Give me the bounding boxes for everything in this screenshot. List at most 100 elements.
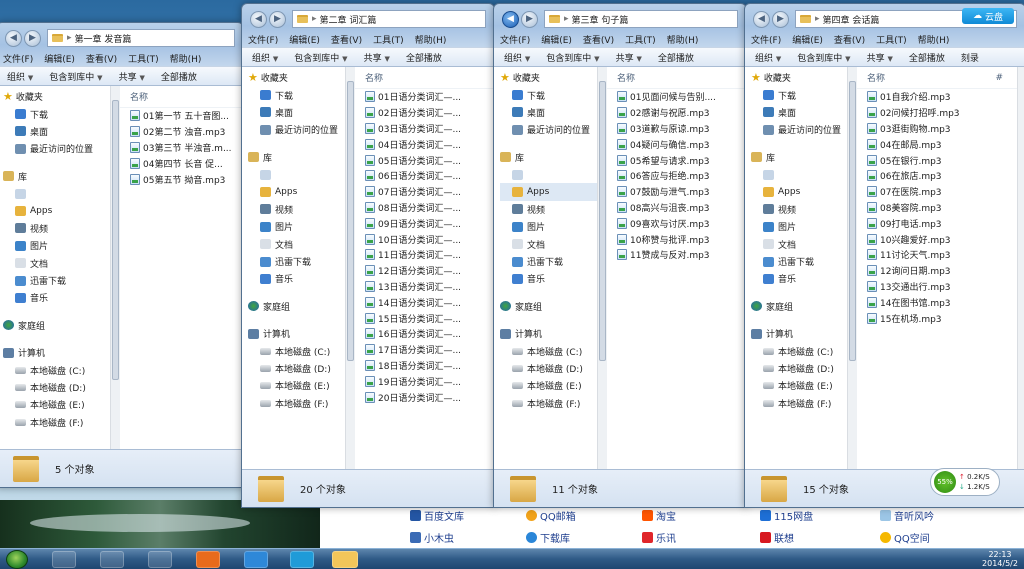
file-item[interactable]: 03第三节 半浊音.m... bbox=[120, 140, 243, 156]
network-speed-widget[interactable]: 55% ↑ 0.2K/S ↓ 1.2K/S bbox=[930, 468, 1000, 496]
nav-library-item[interactable]: 迅雷下载 bbox=[3, 272, 110, 289]
menu-item[interactable]: 编辑(E) bbox=[44, 52, 75, 65]
file-item[interactable]: 08高兴与沮丧.mp3 bbox=[607, 200, 746, 216]
file-item[interactable]: 14日语分类词汇—... bbox=[355, 294, 494, 310]
back-button[interactable]: ◀ bbox=[250, 10, 267, 28]
menu-item[interactable]: 文件(F) bbox=[248, 33, 278, 46]
bookmark-item[interactable]: 下载库 bbox=[526, 530, 570, 545]
file-item[interactable]: 13交通出行.mp3 bbox=[857, 279, 1024, 295]
file-item[interactable]: 12日语分类词汇—... bbox=[355, 263, 494, 279]
toolbar-button[interactable]: 组织 ▼ bbox=[252, 51, 278, 64]
toolbar-button[interactable]: 组织 ▼ bbox=[504, 51, 530, 64]
nav-library-item[interactable]: 视频 bbox=[500, 201, 597, 218]
nav-library-item[interactable]: 图片 bbox=[248, 218, 345, 235]
file-item[interactable]: 08日语分类词汇—... bbox=[355, 200, 494, 216]
nav-drive[interactable]: 本地磁盘 (F:) bbox=[751, 395, 847, 412]
file-item[interactable]: 04疑问与确信.mp3 bbox=[607, 136, 746, 152]
back-button[interactable]: ◀ bbox=[5, 29, 22, 47]
nav-library-item[interactable]: 文档 bbox=[751, 236, 847, 253]
menu-item[interactable]: 文件(F) bbox=[751, 33, 781, 46]
scroll-thumb[interactable] bbox=[347, 81, 354, 361]
bookmark-item[interactable]: 小木虫 bbox=[410, 530, 454, 545]
name-column[interactable]: 名称 bbox=[867, 71, 885, 84]
file-item[interactable]: 02第二节 浊音.mp3 bbox=[120, 124, 243, 140]
taskbar-app-icon[interactable] bbox=[52, 551, 76, 568]
nav-drive[interactable]: 本地磁盘 (C:) bbox=[248, 342, 345, 359]
name-column[interactable]: 名称 bbox=[365, 71, 383, 84]
toolbar-button[interactable]: 共享 ▼ bbox=[364, 51, 390, 64]
file-item[interactable]: 16日语分类词汇—... bbox=[355, 326, 494, 342]
file-item[interactable]: 04日语分类词汇—... bbox=[355, 136, 494, 152]
bookmark-item[interactable]: 联想 bbox=[760, 530, 794, 545]
bookmark-item[interactable]: 115网盘 bbox=[760, 508, 813, 523]
nav-favorite-item[interactable]: 下载 bbox=[3, 105, 110, 122]
nav-library-item[interactable] bbox=[248, 166, 345, 183]
nav-scrollbar[interactable] bbox=[597, 67, 607, 471]
start-button[interactable] bbox=[6, 550, 28, 569]
menu-item[interactable]: 查看(V) bbox=[86, 52, 117, 65]
name-column[interactable]: 名称 bbox=[130, 90, 148, 103]
nav-library-item[interactable]: Apps bbox=[248, 183, 345, 200]
nav-library-item[interactable]: 迅雷下载 bbox=[751, 253, 847, 270]
menu-item[interactable]: 工具(T) bbox=[373, 33, 404, 46]
menu-item[interactable]: 编辑(E) bbox=[541, 33, 572, 46]
file-item[interactable]: 15在机场.mp3 bbox=[857, 310, 1024, 326]
file-item[interactable]: 19日语分类词汇—... bbox=[355, 373, 494, 389]
toolbar-button[interactable]: 全部播放 bbox=[658, 51, 694, 64]
column-header[interactable]: 名称 # bbox=[857, 67, 1024, 89]
file-item[interactable]: 20日语分类词汇—... bbox=[355, 389, 494, 405]
file-item[interactable]: 10兴趣爱好.mp3 bbox=[857, 231, 1024, 247]
file-item[interactable]: 07鼓励与泄气.mp3 bbox=[607, 184, 746, 200]
file-item[interactable]: 15日语分类词汇—... bbox=[355, 310, 494, 326]
name-column[interactable]: 名称 bbox=[617, 71, 635, 84]
taskbar-app-icon[interactable] bbox=[196, 551, 220, 568]
nav-scrollbar[interactable] bbox=[345, 67, 355, 471]
bookmark-item[interactable]: 百度文库 bbox=[410, 508, 464, 523]
file-item[interactable]: 05第五节 拗音.mp3 bbox=[120, 171, 243, 187]
toolbar-button[interactable]: 刻录 bbox=[961, 51, 979, 64]
nav-drive[interactable]: 本地磁盘 (D:) bbox=[3, 379, 110, 396]
nav-library-item[interactable]: 图片 bbox=[3, 237, 110, 254]
clock[interactable]: 22:13 2014/5/2 bbox=[980, 550, 1020, 568]
scroll-thumb[interactable] bbox=[849, 81, 856, 361]
nav-library-item[interactable]: 视频 bbox=[751, 201, 847, 218]
taskbar-app-icon[interactable] bbox=[148, 551, 172, 568]
nav-library-item[interactable]: 文档 bbox=[500, 236, 597, 253]
toolbar-button[interactable]: 包含到库中 ▼ bbox=[294, 51, 347, 64]
nav-drive[interactable]: 本地磁盘 (D:) bbox=[751, 360, 847, 377]
path-box[interactable]: ▸ 第三章 句子篇 bbox=[544, 10, 738, 28]
nav-favorite-item[interactable]: 下载 bbox=[248, 86, 345, 103]
file-item[interactable]: 05在银行.mp3 bbox=[857, 152, 1024, 168]
path-box[interactable]: ▸ 第二章 词汇篇 bbox=[292, 10, 486, 28]
nav-library-item[interactable]: 迅雷下载 bbox=[500, 253, 597, 270]
nav-library-item[interactable]: 视频 bbox=[248, 201, 345, 218]
toolbar-button[interactable]: 共享 ▼ bbox=[119, 70, 145, 83]
taskbar-app-icon[interactable] bbox=[244, 551, 268, 568]
taskbar-explorer-icon[interactable] bbox=[332, 551, 358, 568]
bookmark-item[interactable]: QQ空间 bbox=[880, 530, 930, 545]
nav-favorite-item[interactable]: 最近访问的位置 bbox=[248, 121, 345, 138]
nav-library-item[interactable]: 文档 bbox=[248, 236, 345, 253]
forward-button[interactable]: ▶ bbox=[24, 29, 41, 47]
nav-favorites[interactable]: ★ 收藏夹 bbox=[3, 88, 110, 105]
nav-homegroup[interactable]: 家庭组 bbox=[3, 317, 110, 334]
toolbar-button[interactable]: 组织 ▼ bbox=[7, 70, 33, 83]
file-item[interactable]: 08美容院.mp3 bbox=[857, 200, 1024, 216]
nav-computer[interactable]: 计算机 bbox=[248, 325, 345, 342]
file-item[interactable]: 01自我介绍.mp3 bbox=[857, 89, 1024, 105]
nav-drive[interactable]: 本地磁盘 (F:) bbox=[500, 395, 597, 412]
nav-computer[interactable]: 计算机 bbox=[500, 325, 597, 342]
toolbar-button[interactable]: 包含到库中 ▼ bbox=[546, 51, 599, 64]
file-item[interactable]: 07在医院.mp3 bbox=[857, 184, 1024, 200]
nav-homegroup[interactable]: 家庭组 bbox=[500, 298, 597, 315]
toolbar-button[interactable]: 全部播放 bbox=[909, 51, 945, 64]
file-item[interactable]: 10日语分类词汇—... bbox=[355, 231, 494, 247]
nav-library-item[interactable]: 文档 bbox=[3, 255, 110, 272]
nav-drive[interactable]: 本地磁盘 (E:) bbox=[248, 377, 345, 394]
nav-library-item[interactable]: 迅雷下载 bbox=[248, 253, 345, 270]
file-item[interactable]: 06答应与拒绝.mp3 bbox=[607, 168, 746, 184]
toolbar-button[interactable]: 全部播放 bbox=[161, 70, 197, 83]
nav-library-item[interactable]: 音乐 bbox=[3, 289, 110, 306]
nav-favorite-item[interactable]: 桌面 bbox=[751, 104, 847, 121]
file-item[interactable]: 18日语分类词汇—... bbox=[355, 358, 494, 374]
